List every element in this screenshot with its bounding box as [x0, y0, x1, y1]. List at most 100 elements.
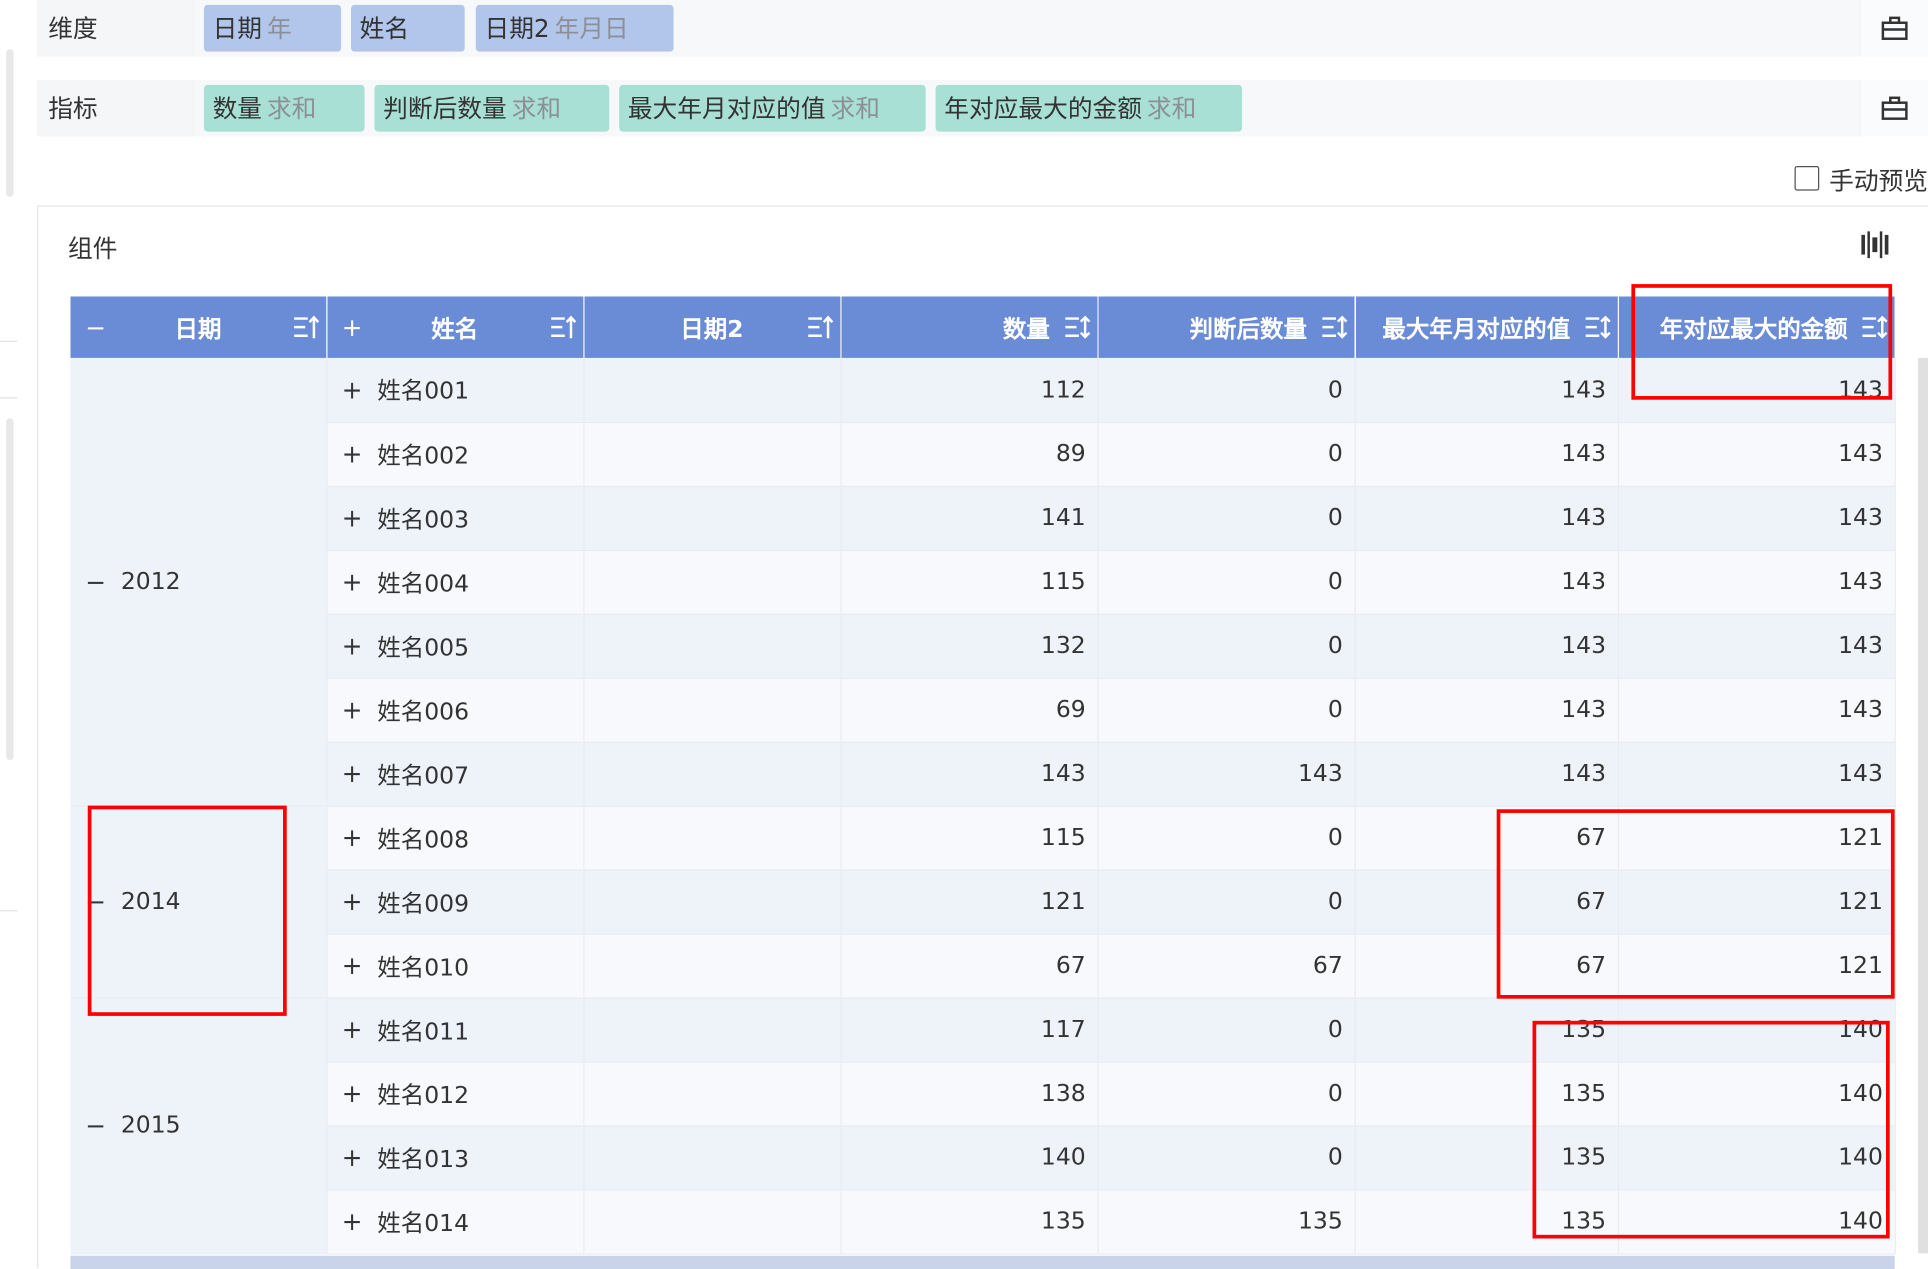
- date2-cell: [583, 421, 842, 487]
- name-cell: + 姓名012: [326, 1061, 584, 1126]
- expand-toggle[interactable]: +: [342, 567, 363, 597]
- manual-preview-checkbox[interactable]: [1794, 166, 1820, 191]
- sort-icon[interactable]: [800, 315, 840, 340]
- collapse-toggle[interactable]: −: [85, 1111, 106, 1141]
- chip-name: 年对应最大的金额: [944, 93, 1142, 123]
- manual-preview-toggle[interactable]: 手动预览: [1794, 160, 1928, 197]
- collapse-all-toggle[interactable]: −: [85, 296, 106, 357]
- dimension-chip-name[interactable]: 姓名: [350, 4, 465, 52]
- year-max-cell: 140: [1617, 1189, 1896, 1254]
- name-cell: + 姓名004: [326, 549, 584, 615]
- expand-toggle[interactable]: +: [342, 503, 363, 533]
- qty-cell: 89: [840, 421, 1099, 487]
- sort-icon[interactable]: [1314, 315, 1354, 340]
- sort-icon[interactable]: [543, 315, 583, 340]
- max-month-cell: 135: [1354, 1061, 1619, 1126]
- panel-title: 组件: [67, 233, 118, 264]
- table-footer-bar: [70, 1255, 1895, 1269]
- col-header-date2[interactable]: 日期2: [583, 296, 842, 358]
- metric-settings-button[interactable]: [1861, 79, 1928, 137]
- expand-toggle[interactable]: +: [342, 951, 363, 981]
- date2-cell: [583, 613, 842, 679]
- name-label: 姓名007: [377, 761, 470, 789]
- expand-toggle[interactable]: +: [342, 1207, 363, 1237]
- expand-toggle[interactable]: +: [342, 823, 363, 853]
- col-header-date[interactable]: − 日期: [70, 296, 327, 358]
- metric-chip-max-month[interactable]: 最大年月对应的值 求和: [619, 84, 926, 132]
- judged-cell: 0: [1097, 677, 1356, 743]
- left-scrollbar-bottom[interactable]: [6, 418, 14, 761]
- year-max-cell: 140: [1617, 1061, 1896, 1126]
- chip-name: 日期2: [484, 13, 550, 44]
- year-max-cell: 121: [1617, 933, 1896, 999]
- chart-type-button[interactable]: [1861, 231, 1889, 263]
- year-cell: −2014: [70, 805, 327, 999]
- expand-toggle[interactable]: +: [342, 1079, 363, 1109]
- left-divider: [0, 340, 18, 342]
- qty-cell: 112: [840, 357, 1099, 423]
- chip-name: 最大年月对应的值: [627, 93, 826, 123]
- year-max-cell: 121: [1617, 805, 1896, 871]
- qty-cell: 135: [840, 1189, 1099, 1254]
- collapse-toggle[interactable]: −: [85, 887, 106, 917]
- name-cell: + 姓名006: [326, 677, 584, 743]
- table-row: −2014 + 姓名008 115 0 67 121: [70, 805, 1896, 999]
- table-row: + 姓名012 138 0 135 140: [70, 1061, 1896, 1126]
- dimension-drop-area[interactable]: 日期年 姓名 日期2 年月日: [195, 0, 1859, 57]
- expand-toggle[interactable]: +: [342, 375, 363, 405]
- col-header-judged[interactable]: 判断后数量: [1097, 296, 1356, 358]
- name-label: 姓名003: [377, 506, 470, 534]
- metric-chip-qty[interactable]: 数量 求和: [203, 84, 365, 132]
- col-header-max-month[interactable]: 最大年月对应的值: [1354, 296, 1619, 358]
- date2-cell: [583, 741, 842, 807]
- expand-all-toggle[interactable]: +: [342, 296, 363, 357]
- metric-chip-year-max[interactable]: 年对应最大的金额 求和: [935, 84, 1243, 132]
- sort-icon[interactable]: [1057, 315, 1097, 340]
- year-max-cell: 143: [1617, 357, 1896, 423]
- sort-icon[interactable]: [286, 315, 326, 340]
- expand-toggle[interactable]: +: [342, 759, 363, 789]
- expand-toggle[interactable]: +: [342, 1143, 363, 1173]
- year-max-cell: 143: [1617, 613, 1896, 679]
- max-month-cell: 143: [1354, 677, 1619, 743]
- qty-cell: 132: [840, 613, 1099, 679]
- max-month-cell: 143: [1354, 357, 1619, 423]
- sort-icon[interactable]: [1578, 315, 1618, 340]
- name-label: 姓名004: [377, 570, 470, 598]
- col-header-year-max[interactable]: 年对应最大的金额: [1617, 296, 1895, 358]
- chip-agg: 求和: [266, 93, 317, 123]
- col-header-name[interactable]: + 姓名: [326, 296, 584, 358]
- metric-chip-judged[interactable]: 判断后数量 求和: [374, 84, 610, 132]
- collapse-toggle[interactable]: −: [85, 567, 106, 597]
- expand-toggle[interactable]: +: [342, 695, 363, 725]
- left-divider: [0, 910, 18, 912]
- max-month-cell: 143: [1354, 549, 1619, 615]
- col-header-qty[interactable]: 数量: [840, 296, 1099, 358]
- qty-cell: 140: [840, 1125, 1099, 1190]
- judged-cell: 0: [1097, 613, 1356, 679]
- left-divider: [0, 397, 18, 399]
- max-month-cell: 143: [1354, 485, 1619, 551]
- chip-agg: 年: [266, 13, 292, 44]
- expand-toggle[interactable]: +: [342, 439, 363, 469]
- expand-toggle[interactable]: +: [342, 887, 363, 917]
- name-label: 姓名013: [377, 1145, 470, 1173]
- dimension-settings-button[interactable]: [1861, 0, 1928, 57]
- metric-drop-area[interactable]: 数量 求和 判断后数量 求和 最大年月对应的值 求和 年对应最大的金额 求和: [195, 79, 1859, 137]
- dimension-row: 维度 日期年 姓名 日期2 年月日: [37, 0, 1928, 57]
- expand-toggle[interactable]: +: [342, 1015, 363, 1045]
- table-row: + 姓名010 67 67 67 121: [70, 933, 1896, 999]
- name-cell: + 姓名002: [326, 421, 584, 487]
- max-month-cell: 135: [1354, 1189, 1619, 1254]
- left-scrollbar-top[interactable]: [6, 49, 14, 197]
- col-label: 数量: [1002, 315, 1050, 343]
- table-row: + 姓名005 132 0 143 143: [70, 613, 1896, 679]
- sort-icon[interactable]: [1855, 315, 1895, 340]
- dimension-chip-date[interactable]: 日期年: [203, 4, 342, 52]
- judged-cell: 0: [1097, 421, 1356, 487]
- expand-toggle[interactable]: +: [342, 631, 363, 661]
- name-label: 姓名009: [377, 889, 470, 917]
- table-vertical-scrollbar[interactable]: [1918, 357, 1928, 1254]
- dimension-chip-date2[interactable]: 日期2 年月日: [475, 4, 674, 52]
- year-max-cell: 143: [1617, 741, 1896, 807]
